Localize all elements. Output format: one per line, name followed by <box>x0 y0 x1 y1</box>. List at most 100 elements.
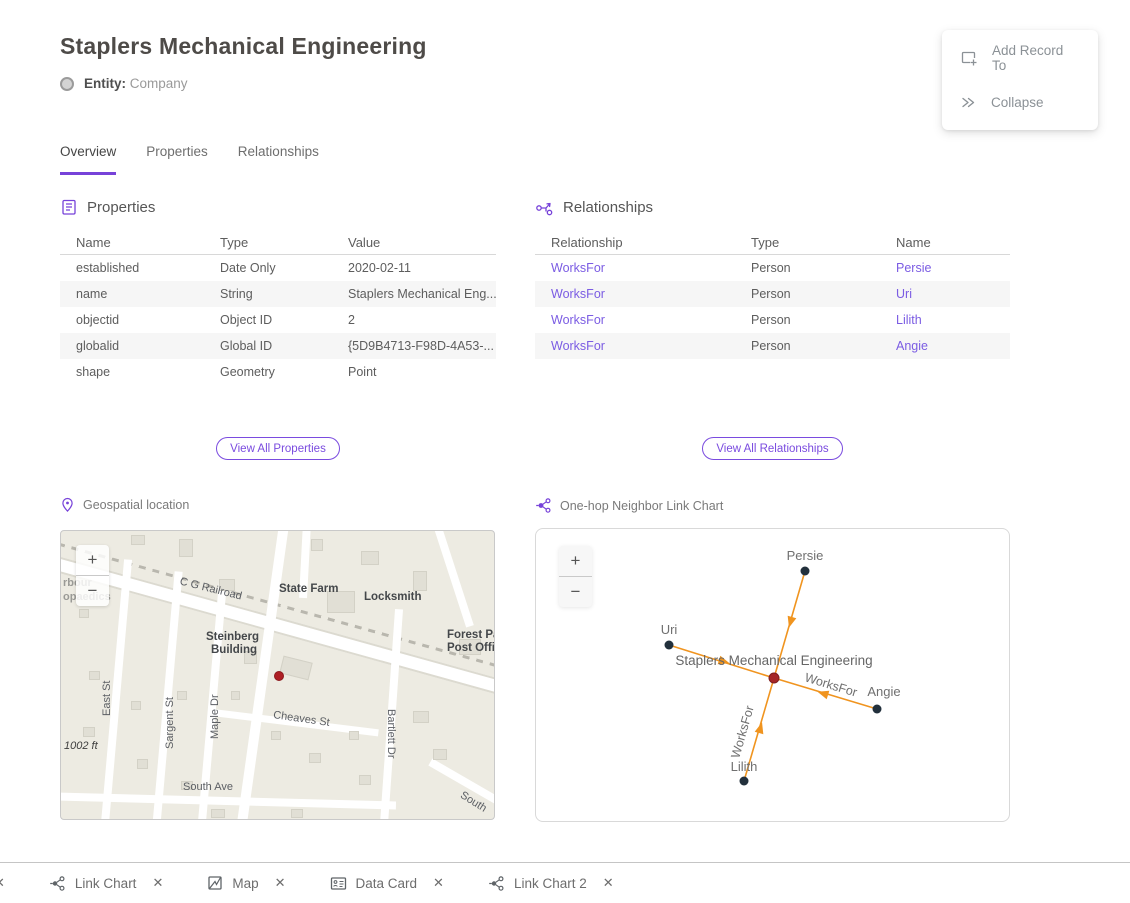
table-row: globalid Global ID {5D9B4713-F98D-4A53-.… <box>60 333 496 359</box>
map-label-locksmith: Locksmith <box>364 591 422 603</box>
map-building <box>349 731 359 740</box>
bottom-tab-label: Link Chart 2 <box>514 876 587 891</box>
collapse-menu-item[interactable]: Collapse <box>942 80 1098 124</box>
map-label-forest-park: Post Offic <box>447 642 495 654</box>
view-all-relationships-button[interactable]: View All Relationships <box>702 437 842 460</box>
properties-table-header: Name Type Value <box>60 230 496 255</box>
map-building <box>309 753 321 763</box>
col-header-relationship: Relationship <box>535 235 735 250</box>
related-entity-link[interactable]: Angie <box>880 339 1010 353</box>
map-building <box>413 711 429 723</box>
chart-zoom-out-button[interactable]: − <box>559 577 592 607</box>
page-title: Staplers Mechanical Engineering <box>60 33 427 60</box>
map-label-maple-dr: Maple Dr <box>209 694 221 739</box>
relationships-table-header: Relationship Type Name <box>535 230 1010 255</box>
map-building <box>79 609 89 618</box>
related-entity-link[interactable]: Uri <box>880 287 1010 301</box>
relationship-link[interactable]: WorksFor <box>535 261 735 275</box>
bottom-tab-link-chart-2[interactable]: Link Chart 2 ✕ <box>488 875 614 892</box>
entity-label: Entity: Company <box>84 76 188 91</box>
map-building <box>231 691 240 700</box>
add-record-to-menu-item[interactable]: Add Record To <box>942 36 1098 80</box>
table-row: objectid Object ID 2 <box>60 307 496 333</box>
link-chart-section-header: One-hop Neighbor Link Chart <box>535 497 723 514</box>
relationships-section-header: Relationships <box>535 198 653 217</box>
map-label-forest-park: Forest Par <box>447 629 495 641</box>
bottom-tab-label: Link Chart <box>75 876 137 891</box>
map-building <box>211 809 225 818</box>
map-zoom-out-button[interactable]: − <box>76 576 109 606</box>
node-label-center: Staplers Mechanical Engineering <box>675 653 872 668</box>
map-tab-icon <box>207 875 223 891</box>
bottom-tab-label: Map <box>232 876 258 891</box>
properties-section-title: Properties <box>87 199 155 216</box>
map-building <box>291 809 303 818</box>
close-tab-icon[interactable]: ✕ <box>433 875 444 891</box>
edge-arrow <box>785 616 797 629</box>
node-lilith[interactable] <box>740 777 749 786</box>
detail-tabs: Overview Properties Relationships <box>60 144 319 175</box>
bottom-tab-data-card[interactable]: Data Card ✕ <box>330 875 444 891</box>
node-angie[interactable] <box>873 705 882 714</box>
data-card-tab-icon <box>330 876 347 891</box>
col-header-type: Type <box>735 235 880 250</box>
bottom-tab-link-chart[interactable]: Link Chart ✕ <box>49 875 163 892</box>
properties-table: Name Type Value established Date Only 20… <box>60 230 496 385</box>
bottom-tab-bar: ✕ Link Chart ✕ Map ✕ Data Card ✕ <box>0 862 1130 903</box>
close-tab-icon[interactable]: ✕ <box>275 875 286 891</box>
entity-row: Entity: Company <box>60 76 188 91</box>
link-chart-icon <box>535 497 552 514</box>
map-label-steinberg: Building <box>211 644 257 656</box>
map-label-south-ave: South Ave <box>183 781 233 793</box>
map-building <box>89 671 100 680</box>
view-all-properties-button[interactable]: View All Properties <box>216 437 340 460</box>
node-persie[interactable] <box>801 567 810 576</box>
col-header-value: Value <box>332 235 496 250</box>
link-chart-zoom-control: + − <box>559 546 592 607</box>
col-header-name: Name <box>880 235 1010 250</box>
tab-relationships[interactable]: Relationships <box>238 144 319 175</box>
related-entity-link[interactable]: Lilith <box>880 313 1010 327</box>
map-building <box>83 727 95 737</box>
table-row: WorksFor Person Uri <box>535 281 1010 307</box>
close-tab-icon[interactable]: ✕ <box>603 875 614 891</box>
map-location-marker[interactable] <box>274 671 284 681</box>
relationships-table: Relationship Type Name WorksFor Person P… <box>535 230 1010 359</box>
context-menu: Add Record To Collapse <box>942 30 1098 130</box>
node-center[interactable] <box>769 673 779 683</box>
tab-properties[interactable]: Properties <box>146 144 208 175</box>
geospatial-section-header: Geospatial location <box>60 497 189 513</box>
map-building <box>361 551 379 565</box>
node-label-persie: Persie <box>787 548 824 563</box>
tab-overview[interactable]: Overview <box>60 144 116 175</box>
relationship-link[interactable]: WorksFor <box>535 339 735 353</box>
map-zoom-in-button[interactable]: + <box>76 545 109 575</box>
table-row: WorksFor Person Persie <box>535 255 1010 281</box>
map-building <box>179 539 193 557</box>
relationship-link[interactable]: WorksFor <box>535 313 735 327</box>
link-chart-graph: WorksFor WorksFor Persie Uri Angie Lilit… <box>536 529 1010 822</box>
relationship-link[interactable]: WorksFor <box>535 287 735 301</box>
map-zoom-control: + − <box>76 545 109 606</box>
map-canvas[interactable]: rbour opaedics C G Railroad State Farm L… <box>60 530 495 820</box>
clipped-tab-close-icon[interactable]: ✕ <box>0 875 5 891</box>
properties-actions: View All Properties <box>60 437 496 460</box>
table-row: established Date Only 2020-02-11 <box>60 255 496 281</box>
map-label-east-st: East St <box>101 681 113 716</box>
map-label-steinberg: Steinberg <box>206 631 259 643</box>
map-scale-label: 1002 ft <box>64 740 98 752</box>
table-row: WorksFor Person Angie <box>535 333 1010 359</box>
map-building <box>131 701 141 710</box>
map-building <box>359 775 371 785</box>
table-row: shape Geometry Point <box>60 359 496 385</box>
chart-zoom-in-button[interactable]: + <box>559 546 592 576</box>
bottom-tab-map[interactable]: Map ✕ <box>207 875 285 891</box>
close-tab-icon[interactable]: ✕ <box>152 875 163 891</box>
node-uri[interactable] <box>665 641 674 650</box>
link-chart-canvas[interactable]: WorksFor WorksFor Persie Uri Angie Lilit… <box>535 528 1010 822</box>
col-header-name: Name <box>60 235 204 250</box>
related-entity-link[interactable]: Persie <box>880 261 1010 275</box>
relationships-actions: View All Relationships <box>535 437 1010 460</box>
map-building <box>279 656 312 681</box>
map-road <box>432 530 474 628</box>
